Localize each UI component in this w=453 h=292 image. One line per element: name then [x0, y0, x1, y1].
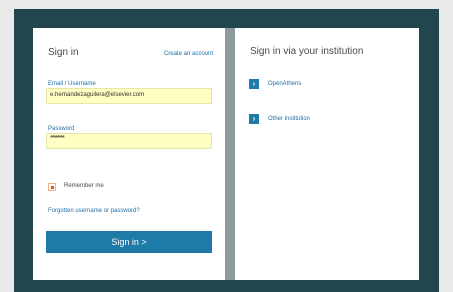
chevron-right-icon: ›: [249, 79, 259, 89]
sign-in-button-label: Sign in: [111, 237, 139, 247]
checkbox-check-icon: [51, 186, 54, 189]
email-input[interactable]: e.hernandezaguilera@elsevier.com: [46, 88, 212, 104]
password-mask: ********: [50, 135, 65, 142]
institution-panel: Sign in via your institution › OpenAthen…: [235, 28, 419, 280]
chevron-right-icon: >: [141, 237, 147, 247]
sign-in-panel: Sign in Create an account Email / Userna…: [33, 28, 225, 280]
create-account-link[interactable]: Create an account: [164, 51, 213, 57]
institution-title: Sign in via your institution: [250, 46, 364, 57]
left-caret-indicator: [0, 140, 8, 156]
password-label: Password: [48, 126, 75, 132]
sign-in-title: Sign in: [48, 47, 79, 58]
email-value: e.hernandezaguilera@elsevier.com: [50, 92, 145, 98]
email-label: Email / Username: [48, 81, 96, 87]
forgot-credentials-link[interactable]: Forgotten username or password?: [48, 208, 140, 214]
remember-me-checkbox[interactable]: [48, 183, 56, 191]
other-institution-link[interactable]: Other institution: [268, 116, 310, 122]
openathens-link[interactable]: OpenAthens: [268, 81, 301, 87]
chevron-right-icon: ›: [249, 114, 259, 124]
openathens-option[interactable]: › OpenAthens: [249, 79, 301, 89]
remember-me-label: Remember me: [64, 183, 104, 189]
login-modal-frame: Sign in Create an account Email / Userna…: [14, 9, 439, 292]
other-institution-option[interactable]: › Other institution: [249, 114, 310, 124]
password-input[interactable]: ********: [46, 133, 212, 149]
sign-in-button[interactable]: Sign in >: [46, 231, 212, 253]
panel-divider: [225, 28, 235, 280]
